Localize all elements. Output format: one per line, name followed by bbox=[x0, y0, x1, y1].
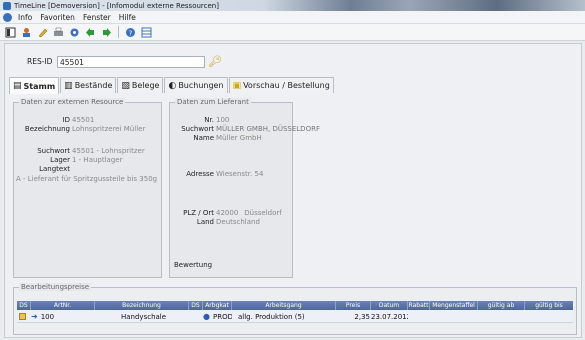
grid-header: DS ArtNr. Bezeichnung DS Arbgkat Arbeits… bbox=[17, 301, 573, 310]
col-header-datum[interactable]: Datum bbox=[371, 301, 408, 310]
col-header-mengenstaffel[interactable]: Mengenstaffel bbox=[430, 301, 478, 310]
print-icon[interactable] bbox=[52, 26, 65, 39]
col-header-arbeitsgang[interactable]: Arbeitsgang bbox=[232, 301, 336, 310]
supplier-bewertung-field: Bewertung bbox=[174, 261, 213, 269]
supplier-plz-ort-field: PLZ / Ort 42000 Düsseldorf bbox=[183, 209, 282, 217]
resid-input[interactable]: 45501 bbox=[57, 55, 205, 68]
tab-stamm-label: Stamm bbox=[23, 81, 56, 91]
window-title: TimeLine [Demoversion] - [Infomodul exte… bbox=[14, 1, 219, 10]
col-header-gueltig-bis[interactable]: gültig bis bbox=[525, 301, 573, 310]
tab-vorschau-bestellung[interactable]: ▣ Vorschau / Bestellung bbox=[228, 77, 334, 93]
resource-langtext-value: A - Lieferant für Spritzgussteile bis 35… bbox=[16, 175, 158, 183]
forward-icon[interactable] bbox=[100, 26, 113, 39]
row-arbgkat: PROD bbox=[212, 312, 232, 321]
row-arbeitsgang: allg. Produktion (5) bbox=[238, 312, 305, 321]
tab-bestaende[interactable]: ▥ Bestände bbox=[60, 77, 117, 93]
back-icon[interactable] bbox=[84, 26, 97, 39]
supplier-nr-field: Nr. 100 bbox=[204, 116, 230, 124]
toolbar: ? bbox=[0, 24, 585, 41]
resid-label: RES-ID bbox=[27, 57, 53, 66]
help-icon[interactable]: ? bbox=[124, 26, 137, 39]
col-header-rabatt[interactable]: Rabatt bbox=[408, 301, 430, 310]
resource-data-panel: Daten zur externen Resource ID 45501 Beze… bbox=[13, 98, 162, 278]
resource-suchwort-field: Suchwort 45501 - Lohnspritzer bbox=[37, 147, 145, 155]
folder-icon: ▣ bbox=[232, 80, 242, 91]
tab-bar: ▤ Stamm ▥ Bestände ▧ Belege ◐ Buchungen … bbox=[9, 77, 335, 94]
col-header-ds2[interactable]: DS bbox=[189, 301, 203, 310]
row-preis: 2,35 bbox=[354, 312, 370, 321]
view-icon[interactable] bbox=[4, 26, 17, 39]
row-arrow-icon: ➜ bbox=[31, 312, 38, 321]
col-header-gueltig-ab[interactable]: gültig ab bbox=[478, 301, 525, 310]
col-header-preis[interactable]: Preis bbox=[336, 301, 371, 310]
resource-bezeichnung-field: Bezeichnung Lohnspritzerei Müller bbox=[24, 125, 146, 133]
col-header-artnr[interactable]: ArtNr. bbox=[31, 301, 95, 310]
resid-row: RES-ID 45501 🔑︎ bbox=[27, 55, 222, 68]
row-dot-icon: ● bbox=[203, 312, 210, 321]
tab-bestaende-label: Bestände bbox=[74, 81, 113, 90]
tab-buchungen-label: Buchungen bbox=[178, 81, 224, 90]
supplier-name-field: Name Müller GmbH bbox=[193, 134, 262, 142]
resource-panel-title: Daten zur externen Resource bbox=[19, 98, 126, 106]
title-bar: TimeLine [Demoversion] - [Infomodul exte… bbox=[0, 0, 585, 11]
bearbeitungspreise-panel: Bearbeitungspreise DS ArtNr. Bezeichnung… bbox=[13, 283, 577, 335]
menu-favoriten[interactable]: Favoriten bbox=[40, 13, 75, 22]
col-header-ds[interactable]: DS bbox=[17, 301, 31, 310]
bookings-icon: ◐ bbox=[168, 80, 177, 91]
col-header-bezeichnung[interactable]: Bezeichnung bbox=[95, 301, 189, 310]
row-artnr-cell: ➜ 100 bbox=[31, 312, 95, 321]
document-icon: ▤ bbox=[13, 81, 22, 91]
svg-text:?: ? bbox=[129, 29, 133, 37]
row-bezeichnung: Handyschale bbox=[121, 312, 167, 321]
supplier-panel-title: Daten zum Lieferant bbox=[175, 98, 251, 106]
tab-belege[interactable]: ▧ Belege bbox=[117, 77, 164, 93]
table-row[interactable]: ➜ 100 Handyschale ● PROD allg. Produktio… bbox=[17, 311, 573, 323]
tab-buchungen[interactable]: ◐ Buchungen bbox=[164, 77, 228, 93]
menu-hilfe[interactable]: Hilfe bbox=[119, 13, 136, 22]
menu-bar: Info Favoriten Fenster Hilfe bbox=[0, 11, 585, 24]
supplier-suchwort-field: Suchwort MÜLLER GMBH, DÜSSELDORF bbox=[181, 125, 320, 133]
edit-icon[interactable] bbox=[36, 26, 49, 39]
tab-vorschau-label: Vorschau / Bestellung bbox=[243, 81, 330, 90]
resource-lager-field: Lager 1 - Hauptlager bbox=[50, 156, 123, 164]
supplier-data-panel: Daten zum Lieferant Nr. 100 Suchwort MÜLLE… bbox=[169, 98, 320, 278]
supplier-adresse-field: Adresse Wiesenstr. 54 bbox=[186, 170, 264, 178]
stock-icon: ▥ bbox=[64, 80, 73, 91]
supplier-land-field: Land Deutschland bbox=[196, 218, 260, 226]
menu-app-icon[interactable] bbox=[3, 12, 12, 22]
menu-fenster[interactable]: Fenster bbox=[83, 13, 111, 22]
toolbar-separator bbox=[118, 26, 119, 38]
tab-stamm[interactable]: ▤ Stamm bbox=[9, 77, 60, 94]
key-icon[interactable]: 🔑︎ bbox=[208, 55, 222, 68]
resource-id-field: ID 45501 bbox=[62, 116, 95, 124]
tab-belege-label: Belege bbox=[131, 81, 160, 90]
resource-langtext-field: Langtext bbox=[39, 165, 70, 173]
info-module-window: RES-ID 45501 🔑︎ ▤ Stamm ▥ Bestände ▧ Bel… bbox=[4, 43, 582, 338]
target-icon[interactable] bbox=[68, 26, 81, 39]
grid-icon[interactable] bbox=[140, 26, 153, 39]
col-header-arbgkat[interactable]: Arbgkat bbox=[203, 301, 232, 310]
grid-title: Bearbeitungspreise bbox=[19, 283, 92, 291]
row-arbgkat-cell: ● PROD bbox=[203, 312, 232, 321]
row-status-icon bbox=[17, 313, 31, 320]
user-icon[interactable] bbox=[20, 26, 33, 39]
row-artnr: 100 bbox=[40, 312, 55, 321]
row-datum: 23.07.2012 bbox=[371, 312, 408, 321]
app-icon bbox=[3, 1, 11, 10]
menu-info[interactable]: Info bbox=[18, 13, 32, 22]
receipts-icon: ▧ bbox=[121, 80, 130, 91]
